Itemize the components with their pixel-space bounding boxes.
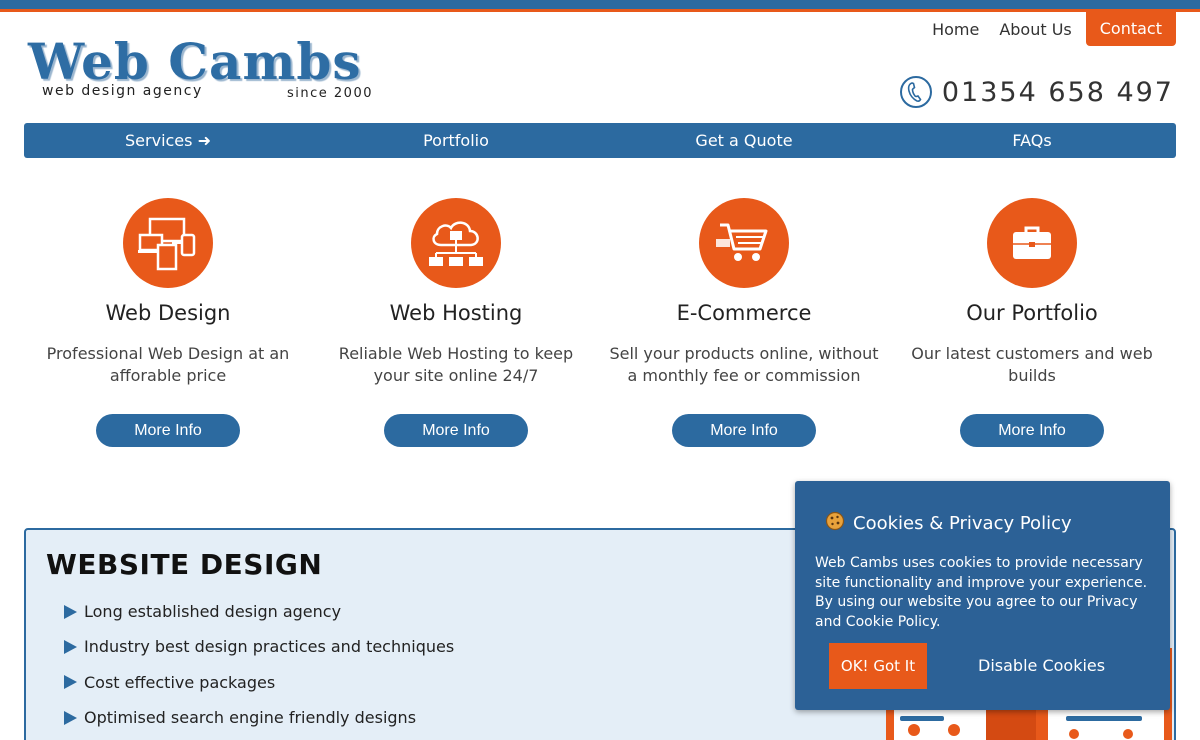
website-design-list: Long established design agency Industry …	[64, 594, 454, 735]
cookie-dialog-header: Cookies & Privacy Policy	[825, 511, 1072, 536]
disable-cookies-link[interactable]: Disable Cookies	[978, 656, 1105, 675]
main-nav-faqs[interactable]: FAQs	[888, 123, 1176, 158]
more-info-button[interactable]: More Info	[672, 414, 816, 447]
services-features: Web Design Professional Web Design at an…	[24, 198, 1176, 447]
main-nav-get-a-quote[interactable]: Get a Quote	[600, 123, 888, 158]
feature-description: Professional Web Design at an afforable …	[46, 344, 290, 385]
feature-web-hosting: Web Hosting Reliable Web Hosting to keep…	[312, 198, 600, 447]
nav-home-link[interactable]: Home	[922, 14, 989, 45]
nav-contact-button[interactable]: Contact	[1085, 12, 1176, 46]
feature-title: Web Design	[105, 301, 231, 325]
feature-e-commerce: E-Commerce Sell your products online, wi…	[600, 198, 888, 447]
main-nav: Services ➜ Portfolio Get a Quote FAQs	[24, 123, 1176, 158]
triangle-bullet-icon	[64, 710, 77, 725]
list-item-text: Cost effective packages	[84, 672, 276, 692]
phone-contact[interactable]: 01354 658 497	[899, 76, 1174, 108]
feature-description: Our latest customers and web builds	[911, 344, 1153, 385]
cookie-accept-button[interactable]: OK! Got It	[829, 643, 927, 689]
list-item: Optimised search engine friendly designs	[64, 700, 454, 735]
logo-since: since 2000	[287, 86, 373, 101]
list-item: Cost effective packages	[64, 665, 454, 700]
triangle-bullet-icon	[64, 604, 77, 619]
cloud-network-icon	[411, 198, 501, 288]
cookie-icon	[825, 511, 845, 536]
list-item-text: Long established design agency	[84, 602, 342, 622]
feature-title: E-Commerce	[676, 301, 812, 325]
top-nav: Home About Us Contact	[922, 12, 1176, 46]
feature-description: Sell your products online, without a mon…	[609, 344, 879, 385]
feature-our-portfolio: Our Portfolio Our latest customers and w…	[888, 198, 1176, 447]
cookie-dialog-text: Web Cambs uses cookies to provide necess…	[815, 555, 1148, 630]
briefcase-icon	[987, 198, 1077, 288]
list-item-text: Industry best design practices and techn…	[84, 637, 455, 657]
main-nav-portfolio[interactable]: Portfolio	[312, 123, 600, 158]
list-item-text: Optimised search engine friendly designs	[84, 708, 417, 728]
phone-icon	[899, 76, 932, 108]
more-info-button[interactable]: More Info	[384, 414, 528, 447]
triangle-bullet-icon	[64, 675, 77, 690]
devices-icon	[123, 198, 213, 288]
cookie-consent-dialog: Cookies & Privacy Policy Web Cambs uses …	[795, 481, 1170, 710]
more-info-button[interactable]: More Info	[96, 414, 240, 447]
website-design-title: WEBSITE DESIGN	[46, 548, 323, 581]
logo[interactable]: Web Cambs web design agency since 2000	[28, 32, 378, 107]
cookie-dialog-title: Cookies & Privacy Policy	[853, 513, 1072, 534]
more-info-button[interactable]: More Info	[960, 414, 1104, 447]
nav-about-link[interactable]: About Us	[989, 14, 1081, 45]
phone-number: 01354 658 497	[941, 76, 1174, 108]
list-item: Industry best design practices and techn…	[64, 629, 454, 664]
shopping-cart-icon	[699, 198, 789, 288]
list-item: Long established design agency	[64, 594, 454, 629]
logo-tagline: web design agency	[42, 83, 203, 99]
feature-title: Our Portfolio	[966, 301, 1098, 325]
triangle-bullet-icon	[64, 639, 77, 654]
top-accent-bar	[0, 0, 1200, 12]
main-nav-services[interactable]: Services ➜	[24, 123, 312, 158]
feature-web-design: Web Design Professional Web Design at an…	[24, 198, 312, 447]
feature-title: Web Hosting	[389, 301, 523, 325]
feature-description: Reliable Web Hosting to keep your site o…	[338, 344, 574, 385]
